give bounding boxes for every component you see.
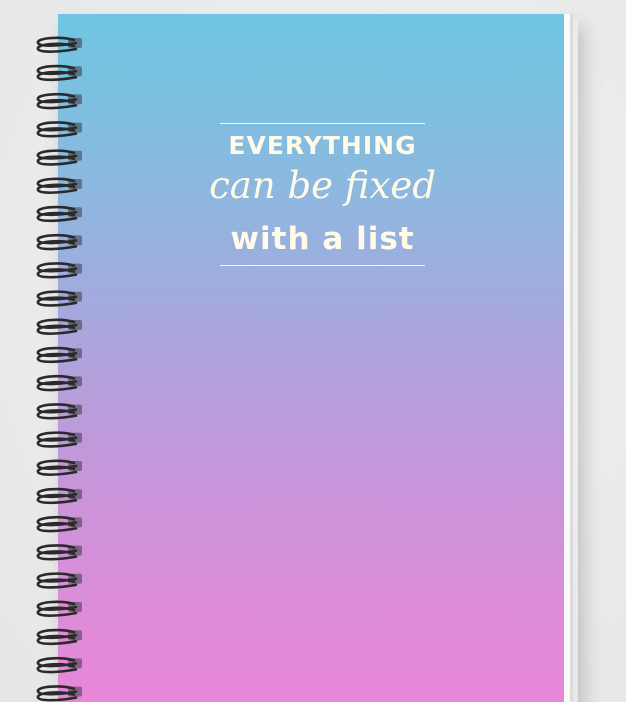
spiral-ring [36, 544, 82, 561]
spiral-ring [36, 628, 82, 646]
spiral-ring [36, 64, 82, 82]
photo-background: EVERYTHING can be fixed with a list [0, 0, 626, 702]
notebook-cover [58, 14, 564, 702]
spiral-ring [36, 177, 82, 194]
spiral-ring [36, 92, 82, 110]
spiral-ring [36, 515, 82, 533]
spiral-ring [36, 121, 82, 138]
spiral-ring [36, 656, 82, 674]
spiral-ring [36, 572, 82, 589]
title-line-everything: EVERYTHING [228, 131, 417, 160]
spiral-ring [36, 600, 82, 617]
spiral-ring [36, 487, 82, 505]
title-line-with-a-list: with a list [230, 221, 415, 257]
title-line-can-be-fixed: can be fixed [209, 164, 436, 207]
spiral-ring [36, 346, 82, 364]
spiral-ring [36, 149, 82, 166]
spiral-ring [36, 290, 82, 307]
spiral-ring [36, 403, 82, 420]
spiral-ring [36, 374, 82, 392]
spiral-binding-icon [36, 36, 82, 702]
spiral-ring [36, 36, 82, 53]
title-top-rule [220, 123, 425, 124]
spiral-ring [36, 262, 82, 279]
spiral-ring [36, 233, 82, 251]
spiral-ring [36, 205, 82, 223]
spiral-ring [36, 318, 82, 335]
spiral-ring [36, 431, 82, 448]
title-bottom-rule [220, 265, 425, 266]
spiral-ring [36, 685, 82, 702]
cover-title: EVERYTHING can be fixed with a list [209, 123, 436, 268]
spiral-ring [36, 459, 82, 476]
